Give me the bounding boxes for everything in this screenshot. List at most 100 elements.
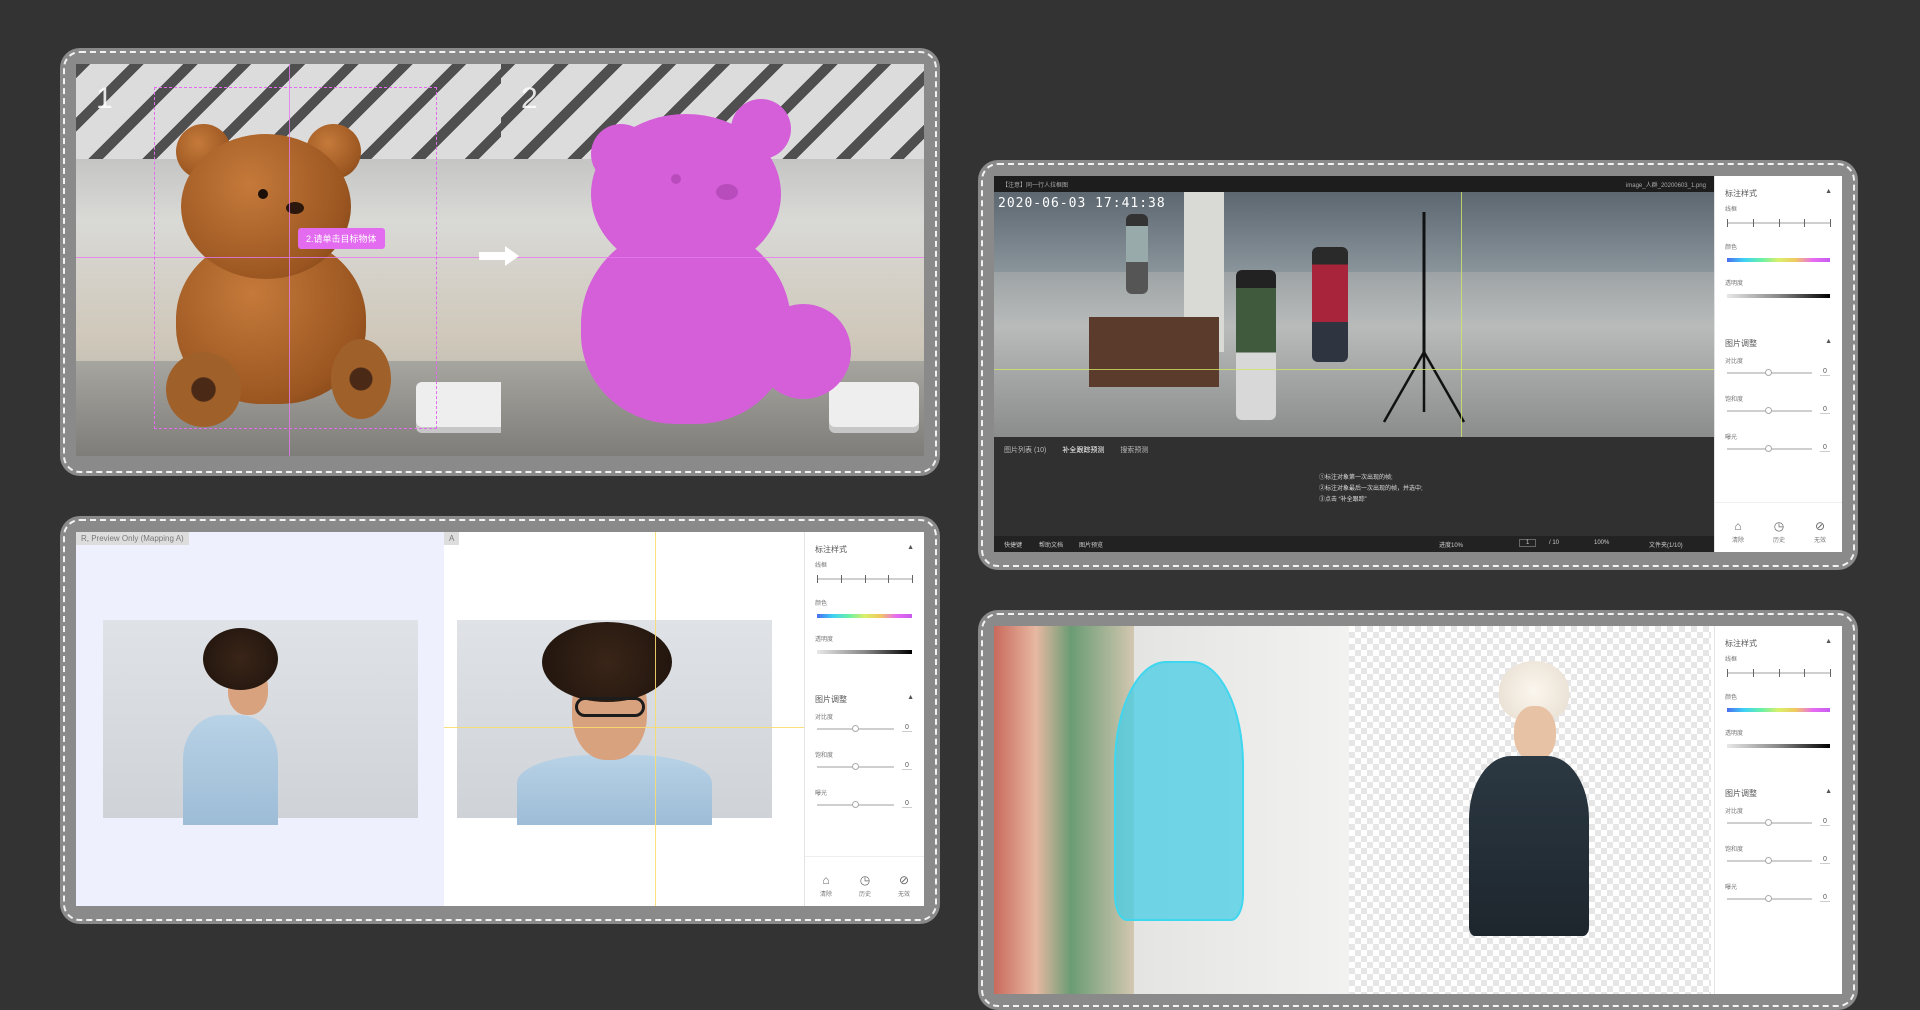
instructions: ①标注对象第一次出现的帧; ②标注对象最后一次出现的帧，并选中; ③点击 “补全… xyxy=(1319,475,1423,503)
help-link[interactable]: 帮助文档 xyxy=(1039,540,1063,549)
sidebar: 标注样式 ▲ 线框 颜色 透明度 图片调整 ▲ 对比度 0 饱和度 0 曝光 0 xyxy=(1714,626,1842,994)
collapse-icon[interactable]: ▲ xyxy=(1825,188,1832,195)
adjust-title: 图片调整 xyxy=(1725,789,1757,798)
basket-icon: ⌂ xyxy=(1734,519,1742,533)
person-background[interactable] xyxy=(1126,214,1148,294)
line-slider[interactable] xyxy=(1727,219,1831,227)
preview-panel: R, Preview Only (Mapping A) xyxy=(76,532,444,906)
curly-hair xyxy=(542,622,672,702)
history-button[interactable]: ◷ 历史 xyxy=(1764,519,1794,544)
invalid-button[interactable]: ⊘ 无效 xyxy=(1805,519,1835,544)
history-button[interactable]: ◷ 历史 xyxy=(850,873,880,898)
page-total: / 10 xyxy=(1549,540,1560,546)
history-icon: ◷ xyxy=(859,873,871,887)
street-photo xyxy=(994,626,1349,994)
style-title: 标注样式 xyxy=(1725,639,1757,648)
exposure-slider[interactable] xyxy=(817,801,894,808)
line-slider[interactable] xyxy=(1727,669,1831,677)
contrast-value[interactable]: 0 xyxy=(1820,818,1830,826)
exposure-value[interactable]: 0 xyxy=(1820,894,1830,902)
preview-link[interactable]: 图片预览 xyxy=(1079,540,1103,549)
bounding-box[interactable] xyxy=(154,87,437,429)
line-label: 线框 xyxy=(815,563,828,569)
color-slider[interactable] xyxy=(1727,258,1830,262)
invalid-button[interactable]: ⊘ 无效 xyxy=(889,873,919,898)
ban-icon: ⊘ xyxy=(1814,519,1826,533)
person-mask[interactable] xyxy=(1114,661,1244,921)
segmentation-mask[interactable] xyxy=(571,94,871,444)
saturation-slider[interactable] xyxy=(1727,407,1812,414)
panel-original: 1 2.请单击目标物体 xyxy=(76,64,501,456)
adjust-title: 图片调整 xyxy=(815,695,847,704)
clear-button[interactable]: ⌂ 清除 xyxy=(811,873,841,898)
preview-tag: R, Preview Only (Mapping A) xyxy=(76,532,189,545)
exposure-value[interactable]: 0 xyxy=(1820,444,1830,452)
card-face-keypoints: R, Preview Only (Mapping A) A 标注样式 ▲ 线框 xyxy=(60,516,940,924)
clear-button[interactable]: ⌂ 清除 xyxy=(1723,519,1753,544)
exposure-slider[interactable] xyxy=(1727,895,1812,902)
collapse-icon[interactable]: ▲ xyxy=(907,694,914,701)
mask-body xyxy=(581,224,791,424)
video-frame: 【注意】同一行人拉框图 image_人群_20200603_1.png 2020… xyxy=(994,176,1714,552)
contrast-slider[interactable] xyxy=(817,725,894,732)
zoom-value[interactable]: 100% xyxy=(1594,540,1609,546)
collapse-icon[interactable]: ▲ xyxy=(1825,788,1832,795)
tracking-canvas[interactable]: 【注意】同一行人拉框图 image_人群_20200603_1.png 2020… xyxy=(994,176,1842,552)
exposure-value[interactable]: 0 xyxy=(902,800,912,808)
opacity-slider[interactable] xyxy=(1727,744,1830,748)
mask-nose xyxy=(716,184,738,200)
bear-canvas[interactable]: 1 2.请单击目标物体 2 xyxy=(76,64,924,456)
contrast-value[interactable]: 0 xyxy=(902,724,912,732)
color-label: 颜色 xyxy=(1725,245,1738,251)
profile-photo xyxy=(103,620,418,825)
opacity-label: 透明度 xyxy=(815,637,834,643)
tab-bar: 图片列表 (10) 补全跟踪预测 搜索预测 xyxy=(1004,445,1148,455)
basket-icon: ⌂ xyxy=(822,873,830,887)
contrast-value[interactable]: 0 xyxy=(1820,368,1830,376)
face-canvas[interactable]: R, Preview Only (Mapping A) A 标注样式 ▲ 线框 xyxy=(76,532,924,906)
saturation-slider[interactable] xyxy=(1727,857,1812,864)
collapse-icon[interactable]: ▲ xyxy=(907,544,914,551)
click-target-tooltip: 2.请单击目标物体 xyxy=(298,228,385,249)
page-input[interactable]: 1 xyxy=(1519,539,1537,547)
opacity-slider[interactable] xyxy=(1727,294,1830,298)
tab-search[interactable]: 搜索预测 xyxy=(1120,447,1148,454)
front-photo[interactable] xyxy=(457,620,772,825)
contrast-slider[interactable] xyxy=(1727,369,1812,376)
mask-eye xyxy=(671,174,681,184)
opacity-label: 透明度 xyxy=(1725,281,1744,287)
cctv-scene[interactable]: 2020-06-03 17:41:38 xyxy=(994,192,1714,437)
exposure-slider[interactable] xyxy=(1727,445,1812,452)
sidebar: 标注样式 ▲ 线框 颜色 透明度 图片调整 ▲ 对比度 0 饱和度 0 曝光 0… xyxy=(804,532,924,906)
annotation-panel: A xyxy=(444,532,804,906)
person-red-coat[interactable] xyxy=(1312,247,1348,362)
contrast-label: 对比度 xyxy=(1725,809,1744,815)
saturation-slider[interactable] xyxy=(817,763,894,770)
shortcut-link[interactable]: 快捷键 xyxy=(1004,540,1022,549)
collapse-icon[interactable]: ▲ xyxy=(1825,338,1832,345)
contrast-slider[interactable] xyxy=(1727,819,1812,826)
sidebar-footer: ⌂ 清除 ◷ 历史 ⊘ 无效 xyxy=(805,856,924,906)
curly-hair xyxy=(203,628,278,690)
saturation-label: 饱和度 xyxy=(1725,397,1744,403)
matting-canvas[interactable]: 标注样式 ▲ 线框 颜色 透明度 图片调整 ▲ 对比度 0 饱和度 0 曝光 0 xyxy=(994,626,1842,994)
color-slider[interactable] xyxy=(817,614,912,618)
saturation-value[interactable]: 0 xyxy=(1820,856,1830,864)
person-printed-shirt[interactable] xyxy=(1236,270,1276,420)
arrow-right-icon xyxy=(479,246,519,266)
saturation-value[interactable]: 0 xyxy=(1820,406,1830,414)
collapse-icon[interactable]: ▲ xyxy=(1825,638,1832,645)
tab-image-list[interactable]: 图片列表 (10) xyxy=(1004,447,1046,454)
color-slider[interactable] xyxy=(1727,708,1830,712)
face xyxy=(1514,706,1556,761)
panel-segmented: 2 xyxy=(501,64,924,456)
crosshair-horizontal xyxy=(994,369,1714,370)
line-label: 线框 xyxy=(1725,207,1738,213)
crosshair-vertical xyxy=(655,532,656,906)
line-slider[interactable] xyxy=(817,575,913,583)
folder-hint: 文件夹(1/10) xyxy=(1649,543,1683,549)
shirt xyxy=(183,715,278,825)
opacity-slider[interactable] xyxy=(817,650,912,654)
saturation-value[interactable]: 0 xyxy=(902,762,912,770)
tab-tracking[interactable]: 补全跟踪预测 xyxy=(1062,447,1104,454)
